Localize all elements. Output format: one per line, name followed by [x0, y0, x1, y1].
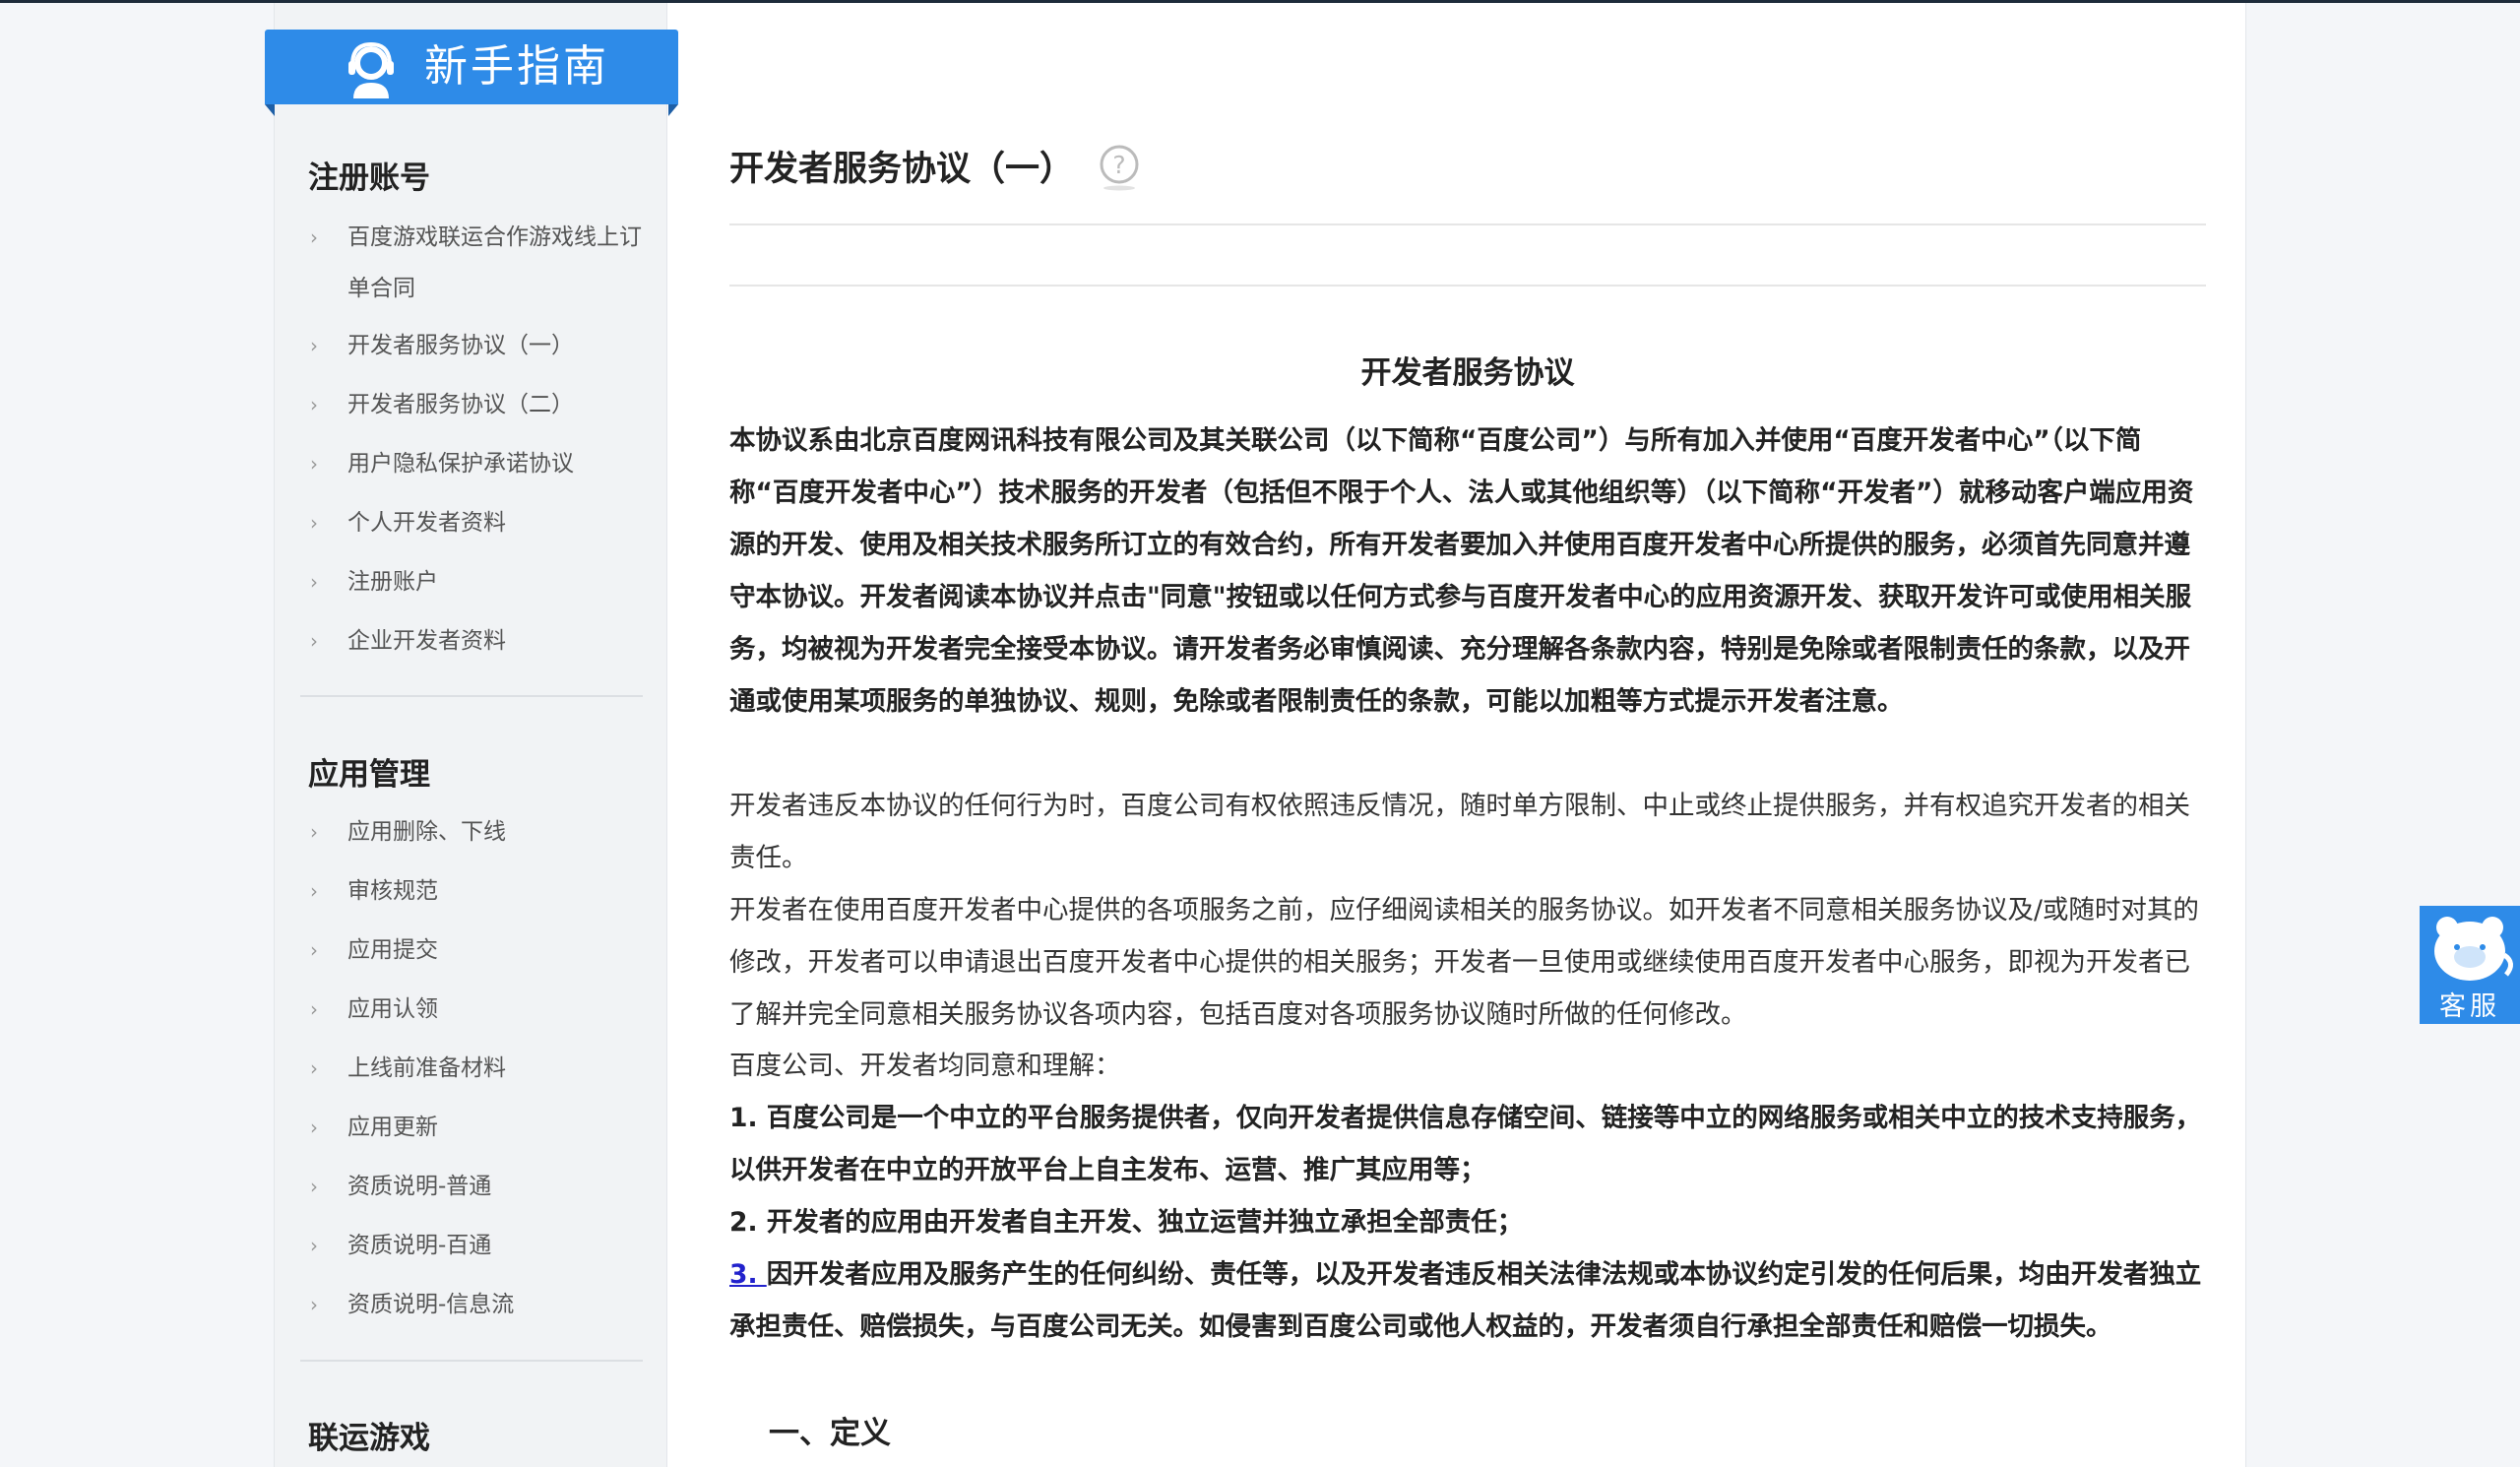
nav-item-label: 应用删除、下线 [347, 819, 506, 845]
nav-item-label: 开发者服务协议（二） [347, 392, 574, 417]
nav-item-label: 个人开发者资料 [347, 510, 506, 536]
banner-fold-right [668, 104, 678, 116]
nav-item-game-contract[interactable]: › 百度游戏联运合作游戏线上订单合同 [310, 212, 655, 314]
agreement-intro-paragraph: 本协议系由北京百度网讯科技有限公司及其关联公司（以下简称“百度公司”）与所有加入… [729, 425, 2194, 717]
chevron-right-icon: › [310, 334, 318, 357]
nav-heading-register: 注册账号 [308, 160, 430, 196]
title-divider [729, 223, 2206, 225]
customer-service-button[interactable]: 客服 [2420, 906, 2520, 1024]
clause-3-number-link[interactable]: 3. [729, 1259, 767, 1290]
nav-item-label: 注册账户 [347, 569, 438, 595]
service-agreement-paragraph: 开发者在使用百度开发者中心提供的各项服务之前，应仔细阅读相关的服务协议。如开发者… [729, 895, 2199, 1030]
chevron-right-icon: › [310, 879, 318, 903]
nav-item-label: 应用提交 [347, 937, 438, 963]
sidebar-divider [300, 1360, 643, 1362]
chevron-right-icon: › [310, 629, 318, 653]
bear-face-icon [2434, 917, 2513, 981]
sidebar: 新手指南 注册账号 › 百度游戏联运合作游戏线上订单合同 › 开发者服务协议（一… [265, 3, 678, 1467]
banner-fold-left [265, 104, 275, 116]
svg-text:?: ? [1112, 151, 1125, 179]
chevron-right-icon: › [310, 393, 318, 416]
chevron-right-icon: › [310, 1234, 318, 1257]
nav-item-label: 上线前准备材料 [347, 1055, 506, 1081]
question-circle-icon[interactable]: ? [1099, 144, 1140, 191]
document-title: 开发者服务协议 [1360, 355, 1575, 391]
customer-support-icon [348, 41, 394, 98]
chevron-right-icon: › [310, 1116, 318, 1139]
nav-item-label: 资质说明-信息流 [347, 1292, 515, 1317]
chevron-right-icon: › [310, 511, 318, 535]
customer-service-label: 客服 [2439, 991, 2500, 1022]
clause-1-paragraph: 1. 百度公司是一个中立的平台服务提供者，仅向开发者提供信息存储空间、链接等中立… [729, 1103, 2202, 1185]
sidebar-divider [300, 695, 643, 697]
nav-item-label: 资质说明-百通 [347, 1233, 492, 1258]
chevron-right-icon: › [310, 1175, 318, 1198]
chevron-right-icon: › [310, 225, 318, 249]
nav-item-label: 开发者服务协议（一） [347, 333, 574, 358]
nav-item-label: 审核规范 [347, 878, 438, 904]
clause-3-text: 因开发者应用及服务产生的任何纠纷、责任等，以及开发者违反相关法律法规或本协议约定… [729, 1259, 2202, 1342]
nav-item-label: 资质说明-普通 [347, 1174, 492, 1199]
chevron-right-icon: › [310, 1293, 318, 1316]
chevron-right-icon: › [310, 452, 318, 476]
nav-heading-joint-games[interactable]: 联运游戏 [308, 1413, 430, 1457]
chevron-right-icon: › [310, 997, 318, 1021]
guide-banner: 新手指南 [265, 30, 678, 104]
page-container: 新手指南 注册账号 › 百度游戏联运合作游戏线上订单合同 › 开发者服务协议（一… [265, 3, 2246, 1467]
nav-item-label: 应用认领 [347, 996, 438, 1022]
page-title: 开发者服务协议（一） [729, 150, 1075, 189]
banner-title: 新手指南 [424, 41, 609, 92]
chevron-right-icon: › [310, 1056, 318, 1080]
nav-item-label: 应用更新 [347, 1115, 438, 1140]
nav-item-label: 百度游戏联运合作游戏线上订单合同 [347, 224, 642, 301]
section-definitions-heading: 一、定义 [769, 1416, 891, 1451]
chevron-right-icon: › [310, 938, 318, 962]
chevron-right-icon: › [310, 570, 318, 594]
content-divider [729, 285, 2206, 287]
nav-item-label: 企业开发者资料 [347, 628, 506, 654]
chevron-right-icon: › [310, 820, 318, 844]
violation-paragraph: 开发者违反本协议的任何行为时，百度公司有权依照违反情况，随时单方限制、中止或终止… [729, 791, 2190, 873]
clause-2-paragraph: 2. 开发者的应用由开发者自主开发、独立运营并独立承担全部责任； [729, 1207, 1524, 1238]
clause-3-paragraph: 3. 因开发者应用及服务产生的任何纠纷、责任等，以及开发者违反相关法律法规或本协… [729, 1248, 2206, 1353]
nav-item-label: 用户隐私保护承诺协议 [347, 451, 574, 477]
agreement-understanding-paragraph: 百度公司、开发者均同意和理解： [729, 1051, 1121, 1081]
nav-heading-app-management: 应用管理 [308, 757, 430, 793]
